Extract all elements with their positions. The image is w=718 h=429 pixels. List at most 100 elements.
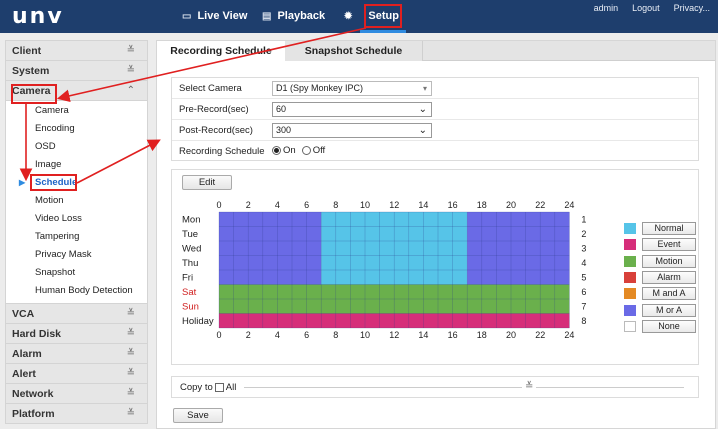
hour-tick-top: 0 [216, 200, 221, 210]
post-record-select[interactable]: 300 ⌄ [272, 123, 432, 138]
copy-divider [244, 387, 684, 388]
save-button[interactable]: Save [173, 408, 223, 423]
schedule-segment[interactable] [219, 270, 322, 285]
legend-button[interactable]: M or A [642, 303, 696, 317]
legend-button[interactable]: Motion [642, 254, 696, 268]
day-number: 3 [581, 243, 586, 253]
sidebar-item-label: Motion [35, 195, 64, 206]
sidebar-item-motion[interactable]: Motion [6, 192, 147, 210]
sidebar-section-camera[interactable]: Camera ⌃ [5, 80, 148, 100]
sidebar-item-privacy-mask[interactable]: Privacy Mask [6, 246, 147, 264]
legend-button[interactable]: Event [642, 238, 696, 252]
camera-select[interactable]: D1 (Spy Monkey IPC) ▾ [272, 81, 432, 96]
setup-highlight-box [364, 4, 402, 28]
sidebar-section-platform[interactable]: Platform ≚ [5, 403, 148, 423]
recording-settings-form: Select Camera D1 (Spy Monkey IPC) ▾ Pre-… [171, 77, 699, 161]
pre-record-value: 60 [276, 104, 287, 114]
nav-playback-label: Playback [277, 10, 326, 22]
camera-submenu: Camera Encoding OSD Image ▶ Schedule Motion Vid… [5, 100, 148, 303]
legend-item-m-and-a: M and A [624, 287, 696, 301]
sidebar-item-image[interactable]: Image [6, 156, 147, 174]
schedule-segment[interactable] [467, 270, 570, 285]
legend-button[interactable]: Alarm [642, 270, 696, 284]
gear-icon: ✹ [344, 11, 353, 22]
schedule-segment[interactable] [467, 241, 570, 256]
hour-tick-bottom: 6 [304, 330, 309, 340]
day-number: 8 [581, 316, 586, 326]
sidebar-item-label: Tampering [35, 231, 80, 242]
user-links: admin Logout Privacy... [594, 3, 710, 13]
sidebar-section-system[interactable]: System ≚ [5, 60, 148, 80]
legend-button[interactable]: None [642, 319, 696, 333]
schedule-segment[interactable] [219, 255, 322, 271]
sidebar-section-alarm[interactable]: Alarm ≚ [5, 343, 148, 363]
day-label: Thu [182, 258, 198, 269]
day-label: Fri [182, 272, 193, 283]
schedule-panel: Edit 0 0 2 2 4 4 6 6 8 8 10 10 12 12 14 14 16 16 18 18 20 20 2… [171, 169, 699, 365]
radio-off[interactable] [301, 146, 311, 155]
tab-recording-schedule[interactable]: Recording Schedule [157, 41, 285, 61]
dropdown-arrow-icon: ⌄ [418, 125, 427, 136]
schedule-segment[interactable] [219, 226, 322, 242]
sidebar-item-osd[interactable]: OSD [6, 138, 147, 156]
radio-on-label: On [283, 145, 296, 156]
chevron-down-icon: ≚ [126, 328, 135, 339]
sidebar-section-alert[interactable]: Alert ≚ [5, 363, 148, 383]
hour-tick-bottom: 4 [275, 330, 280, 340]
sidebar-item-schedule[interactable]: ▶ Schedule [6, 174, 147, 192]
legend-swatch [624, 239, 636, 251]
schedule-segment[interactable] [219, 241, 322, 256]
sidebar-bottom-sections: VCA ≚ Hard Disk ≚ Alarm ≚ Alert ≚ Network ≚ Platfo… [5, 303, 148, 423]
privacy-link[interactable]: Privacy... [674, 3, 710, 13]
sidebar-section-hard-disk[interactable]: Hard Disk ≚ [5, 323, 148, 343]
legend-button[interactable]: Normal [642, 222, 696, 235]
schedule-segment[interactable] [219, 212, 322, 227]
pre-record-label: Pre-Record(sec) [179, 104, 249, 115]
nav-live-view[interactable]: ▭ Live View [182, 0, 247, 33]
hour-tick-bottom: 8 [333, 330, 338, 340]
sidebar-section-vca[interactable]: VCA ≚ [5, 303, 148, 323]
pre-record-select[interactable]: 60 ⌄ [272, 102, 432, 117]
legend-button[interactable]: M and A [642, 287, 696, 301]
day-label: Wed [182, 243, 201, 254]
hour-tick-bottom: 12 [389, 330, 399, 340]
day-number: 6 [581, 287, 586, 297]
sidebar-item-label: Snapshot [35, 267, 76, 278]
hour-tick-bottom: 10 [360, 330, 370, 340]
sidebar-item-camera[interactable]: Camera [6, 102, 147, 120]
recording-schedule-row: Recording Schedule On Off [172, 141, 698, 162]
sidebar-item-label: Camera [35, 105, 69, 116]
sidebar-item-encoding[interactable]: Encoding [6, 120, 147, 138]
sidebar-section-label: System [12, 64, 50, 77]
schedule-segment[interactable] [467, 255, 570, 271]
tab-snapshot-schedule[interactable]: Snapshot Schedule [285, 41, 423, 61]
sidebar-item-video-loss[interactable]: Video Loss [6, 210, 147, 228]
sidebar-item-label: Human Body Detection [35, 285, 133, 296]
sidebar-section-network[interactable]: Network ≚ [5, 383, 148, 403]
sidebar-section-label: Alarm [12, 347, 42, 360]
schedule-segment[interactable] [467, 226, 570, 242]
username: admin [593, 3, 619, 13]
caret-right-icon: ▶ [19, 178, 26, 187]
chevron-down-icon[interactable]: ≚ [522, 381, 537, 392]
sidebar-section-client[interactable]: Client ≚ [5, 40, 148, 60]
copy-all-checkbox[interactable] [214, 383, 224, 392]
schedule-grid[interactable]: 0022446688101012121414161618182020222224… [172, 170, 612, 366]
nav-playback[interactable]: ▤ Playback [262, 0, 325, 33]
chevron-down-icon: ≚ [126, 408, 135, 419]
day-number: 1 [581, 214, 586, 224]
logout-link[interactable]: Logout [632, 3, 660, 13]
hour-tick-top: 6 [304, 200, 309, 210]
hour-tick-top: 8 [333, 200, 338, 210]
sidebar-item-human-body-detection[interactable]: Human Body Detection [6, 282, 147, 300]
day-number: 5 [581, 272, 586, 282]
sidebar-item-tampering[interactable]: Tampering [6, 228, 147, 246]
setup-active-indicator [360, 30, 406, 33]
schedule-segment[interactable] [467, 212, 570, 227]
copy-to-control: Copy to All [180, 382, 236, 393]
sidebar-item-snapshot[interactable]: Snapshot [6, 264, 147, 282]
day-label: Sun [182, 301, 199, 312]
radio-on[interactable] [272, 146, 281, 155]
copy-all-label: All [225, 382, 237, 393]
top-navigation-bar: unv ▭ Live View ▤ Playback ✹ Setup admin… [0, 0, 718, 33]
